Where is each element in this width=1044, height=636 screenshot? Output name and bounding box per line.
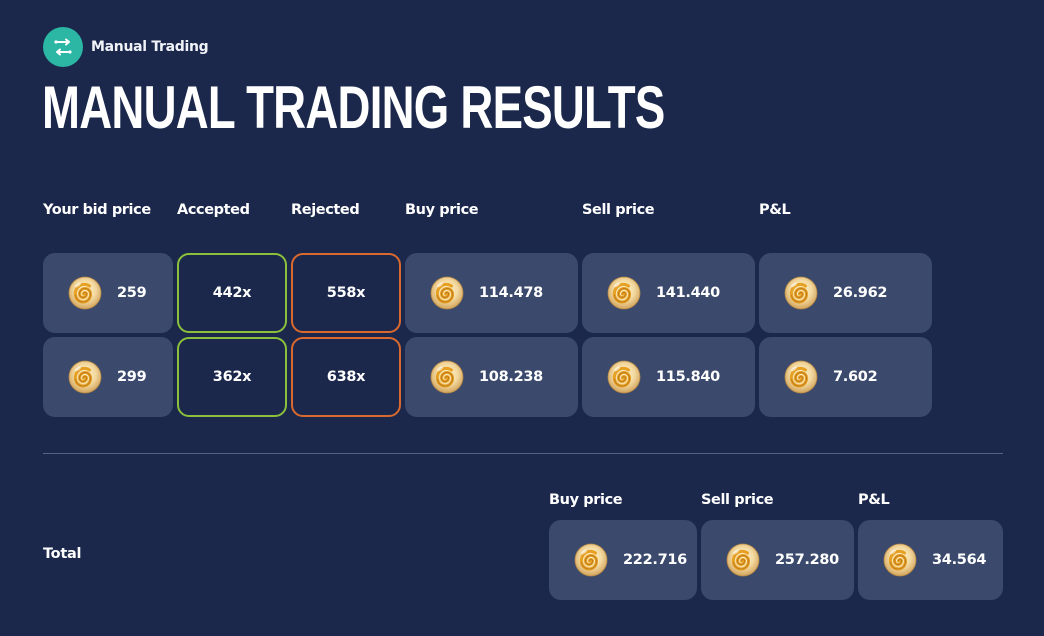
shell-icon — [67, 275, 103, 311]
page-title: MANUAL TRADING RESULTS — [42, 74, 665, 141]
rejected-cell: 638x — [291, 337, 401, 417]
column-header-pnl: P&L — [759, 202, 791, 218]
section-badge: Manual Trading — [43, 27, 209, 67]
column-header-sell-price: Sell price — [582, 202, 655, 218]
total-pnl-cell: 34.564 — [858, 520, 1003, 600]
pnl-value: 26.962 — [833, 285, 888, 301]
total-label: Total — [43, 546, 82, 562]
shell-icon — [429, 275, 465, 311]
accepted-value: 442x — [212, 285, 252, 301]
total-pnl-value: 34.564 — [932, 552, 987, 568]
section-divider — [43, 453, 1003, 454]
shell-icon — [573, 542, 609, 578]
rejected-cell: 558x — [291, 253, 401, 333]
shell-icon — [882, 542, 918, 578]
shell-icon — [429, 359, 465, 395]
shell-icon — [725, 542, 761, 578]
rejected-value: 638x — [326, 369, 366, 385]
bid-price-value: 259 — [117, 285, 147, 301]
shell-icon — [67, 359, 103, 395]
buy-price-cell: 108.238 — [405, 337, 578, 417]
pnl-cell: 26.962 — [759, 253, 932, 333]
column-header-bid-price: Your bid price — [43, 202, 151, 218]
accepted-cell: 442x — [177, 253, 287, 333]
sell-price-cell: 141.440 — [582, 253, 755, 333]
bid-price-cell: 259 — [43, 253, 173, 333]
total-header-pnl: P&L — [858, 492, 890, 508]
shell-icon — [606, 275, 642, 311]
bid-price-cell: 299 — [43, 337, 173, 417]
pnl-cell: 7.602 — [759, 337, 932, 417]
shell-icon — [783, 359, 819, 395]
badge-label: Manual Trading — [91, 39, 209, 55]
total-buy-price-value: 222.716 — [623, 552, 687, 568]
buy-price-value: 108.238 — [479, 369, 543, 385]
total-sell-price-cell: 257.280 — [701, 520, 854, 600]
column-header-accepted: Accepted — [177, 202, 250, 218]
accepted-value: 362x — [212, 369, 252, 385]
column-header-buy-price: Buy price — [405, 202, 479, 218]
total-sell-price-value: 257.280 — [775, 552, 839, 568]
shell-icon — [783, 275, 819, 311]
total-header-sell-price: Sell price — [701, 492, 774, 508]
total-header-buy-price: Buy price — [549, 492, 623, 508]
sell-price-value: 115.840 — [656, 369, 720, 385]
bid-price-value: 299 — [117, 369, 147, 385]
total-buy-price-cell: 222.716 — [549, 520, 697, 600]
swap-arrows-icon — [43, 27, 83, 67]
column-header-rejected: Rejected — [291, 202, 360, 218]
accepted-cell: 362x — [177, 337, 287, 417]
sell-price-value: 141.440 — [656, 285, 720, 301]
shell-icon — [606, 359, 642, 395]
buy-price-cell: 114.478 — [405, 253, 578, 333]
pnl-value: 7.602 — [833, 369, 878, 385]
rejected-value: 558x — [326, 285, 366, 301]
buy-price-value: 114.478 — [479, 285, 543, 301]
sell-price-cell: 115.840 — [582, 337, 755, 417]
